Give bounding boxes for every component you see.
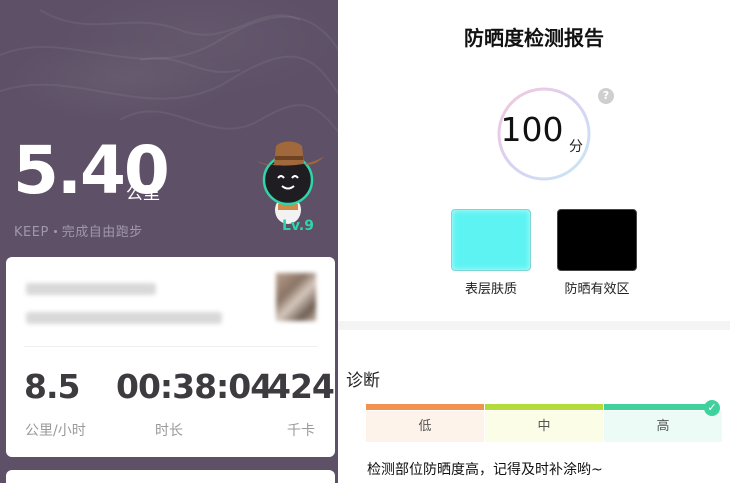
diagnosis-title: 诊断 [346,371,380,391]
sunscreen-report-panel: 防晒度检测报告 100 分 ? 表层肤质 防晒有效区 诊断 低 中 高 ✓ 检测… [338,0,730,483]
next-card [6,470,335,483]
skin-surface-image[interactable] [451,209,531,271]
score-value: 100 [500,110,564,149]
calories-value: 424 [268,367,335,406]
speed-value: 8.5 [24,367,80,406]
blurred-user-name [26,283,156,295]
card-divider [24,346,317,347]
brand-name: KEEP [14,225,49,240]
calories-label: 千卡 [287,423,315,439]
duration-label: 时长 [155,423,183,439]
level-high: 高 [604,411,722,442]
section-divider [338,321,730,330]
report-title: 防晒度检测报告 [464,26,604,50]
level-low: 低 [366,411,484,442]
score-unit: 分 [569,139,583,155]
blurred-user-avatar[interactable] [276,273,316,321]
blurred-user-detail [26,312,222,324]
activity-type: 完成自由跑步 [61,225,143,240]
check-icon: ✓ [704,400,720,416]
help-icon[interactable]: ? [598,88,614,104]
sunscreen-area-label: 防晒有效区 [564,282,630,297]
separator-dot [53,230,57,233]
running-summary-panel: 5.40 公里 KEEP 完成自由跑步 Lv.9 8.5 00:38:04 424… [0,0,338,483]
diagnosis-text: 检测部位防晒度高，记得及时补涂哟~ [367,462,603,478]
level-bar-low [366,404,484,410]
level-bar-mid [485,404,603,410]
distance-unit: 公里 [126,184,160,204]
duration-value: 00:38:04 [116,367,273,406]
level-mid: 中 [485,411,603,442]
skin-surface-label: 表层肤质 [464,282,517,297]
level-badge: Lv.9 [282,218,314,234]
level-bar-high [604,404,714,410]
stats-card: 8.5 00:38:04 424 公里/小时 时长 千卡 [6,257,335,457]
sunscreen-area-image[interactable] [557,209,637,271]
activity-caption: KEEP 完成自由跑步 [14,221,143,240]
speed-label: 公里/小时 [25,423,86,439]
